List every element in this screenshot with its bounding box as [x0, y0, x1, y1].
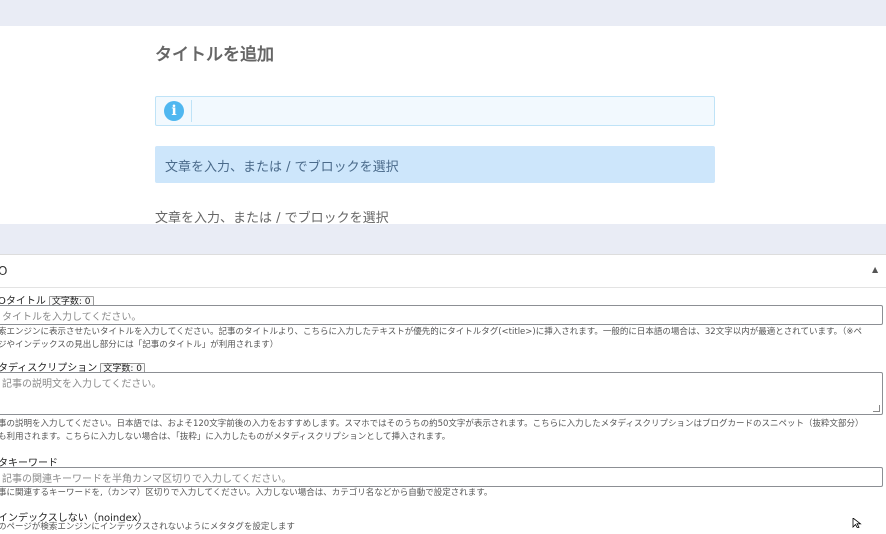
noindex-help: のページが検索エンジンにインデックスされないようにメタタグを設定します — [0, 522, 295, 532]
seo-title-placeholder: タイトルを入力してください。 — [2, 312, 142, 323]
mouse-cursor-icon — [852, 518, 862, 528]
seo-title-help-2: ジやインデックスの見出し部分には「記事のタイトル」が利用されます） — [0, 340, 279, 350]
top-toolbar-strip — [0, 0, 886, 26]
meta-description-help-2: も利用されます。こちらに入力しない場合は、「抜粋」に入力したものがメタディスクリ… — [0, 432, 451, 442]
meta-description-help-1: 事の説明を入力してください。日本語では、およそ120文字前後の入力をおすすめしま… — [0, 419, 864, 429]
selected-block-placeholder: 文章を入力、または / でブロックを選択 — [165, 160, 399, 175]
seo-metabox: O ▲ Oタイトル 文字数: 0 タイトルを入力してください。 索エンジンに表示さ… — [0, 254, 886, 532]
info-block[interactable]: i — [155, 96, 715, 126]
seo-metabox-title: O — [0, 264, 8, 278]
seo-metabox-header[interactable]: O ▲ — [0, 255, 886, 288]
meta-keywords-input[interactable]: 記事の関連キーワードを半角カンマ区切りで入力してください。 — [0, 467, 883, 487]
meta-keywords-help: 事に関連するキーワードを,（カンマ）区切りで入力してください。入力しない場合は、… — [0, 488, 493, 498]
meta-description-textarea[interactable]: 記事の説明文を入力してください。 — [0, 372, 883, 415]
info-icon: i — [164, 101, 184, 121]
meta-keywords-placeholder: 記事の関連キーワードを半角カンマ区切りで入力してください。 — [2, 474, 292, 485]
seo-title-help-1: 索エンジンに表示させたいタイトルを入力してください。記事のタイトルより、こちらに… — [0, 327, 862, 337]
collapse-caret-icon[interactable]: ▲ — [872, 265, 878, 274]
meta-description-placeholder: 記事の説明文を入力してください。 — [2, 379, 162, 390]
seo-title-input[interactable]: タイトルを入力してください。 — [0, 305, 883, 325]
resize-handle-icon[interactable] — [873, 405, 880, 412]
post-title-input[interactable]: タイトルを追加 — [155, 40, 274, 65]
info-divider — [191, 100, 192, 122]
metabox-separator — [0, 224, 886, 254]
selected-paragraph-block[interactable]: 文章を入力、または / でブロックを選択 — [155, 146, 715, 183]
